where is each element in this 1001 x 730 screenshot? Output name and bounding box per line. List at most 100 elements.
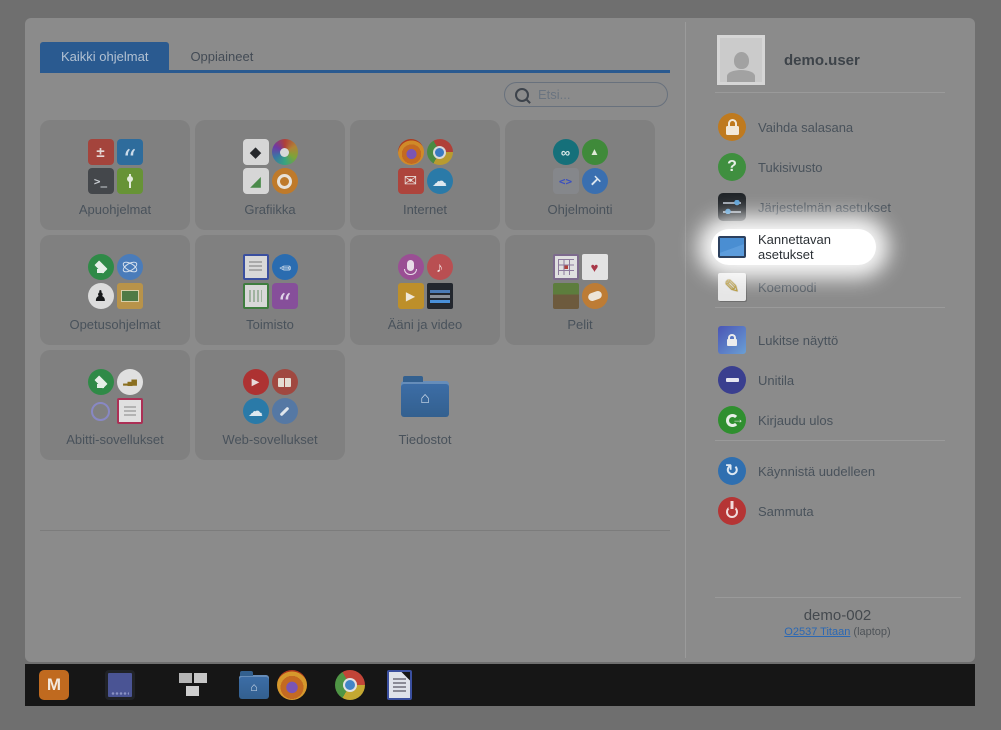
- category-card-apuohjelmat[interactable]: Apuohjelmat: [40, 120, 190, 230]
- video-player-icon: [398, 283, 424, 309]
- file-manager-icon[interactable]: [239, 675, 269, 699]
- sidebar-item-koemoodi[interactable]: Koemoodi: [686, 267, 975, 307]
- model-suffix: (laptop): [853, 626, 890, 638]
- restart-icon: [718, 457, 746, 485]
- category-card-pelit[interactable]: Pelit: [505, 235, 655, 345]
- help-icon: [718, 153, 746, 181]
- sidebar-item-kirjaudu-ulos[interactable]: Kirjaudu ulos: [686, 400, 975, 440]
- user-row: demo.user: [686, 18, 975, 84]
- category-card-toimisto[interactable]: Toimisto: [195, 235, 345, 345]
- card-icon-cluster: [243, 369, 298, 424]
- writer-document-icon: [243, 254, 269, 280]
- sidebar-item-unitila[interactable]: Unitila: [686, 360, 975, 400]
- document-icon[interactable]: [387, 670, 412, 700]
- notes-purple-icon: [272, 283, 298, 309]
- category-card-opetusohjelmat[interactable]: Opetusohjelmat: [40, 235, 190, 345]
- category-card-tiedostot[interactable]: Tiedostot: [350, 350, 500, 460]
- card-label: Apuohjelmat: [79, 202, 151, 217]
- main-area: Kaikki ohjelmat Oppiaineet Apuohjelmat: [25, 18, 685, 662]
- sidebar-item-kannettavan-asetukset[interactable]: Kannettavan asetukset: [711, 229, 876, 265]
- device-info: demo-002 O2537 Titaan (laptop): [686, 597, 975, 638]
- search-input[interactable]: [536, 86, 657, 103]
- tab-bar: Kaikki ohjelmat Oppiaineet: [40, 42, 274, 70]
- spreadsheet-icon: [243, 283, 269, 309]
- whiteboard-icon: [117, 283, 143, 309]
- card-icon-cluster: [553, 139, 608, 194]
- model-line: O2537 Titaan (laptop): [700, 626, 975, 638]
- laptop-display-icon: [718, 236, 746, 258]
- music-icon: [427, 254, 453, 280]
- username: demo.user: [784, 52, 860, 69]
- avatar: [717, 35, 765, 85]
- sidebar-item-label: Tukisivusto: [758, 160, 823, 175]
- color-wheel-icon: [272, 139, 298, 165]
- card-game-icon: [582, 254, 608, 280]
- logout-icon: [718, 406, 746, 434]
- card-label: Tiedostot: [399, 432, 452, 447]
- sidebar-item-vaihda-salasana[interactable]: Vaihda salasana: [686, 107, 975, 147]
- tab-all-programs[interactable]: Kaikki ohjelmat: [40, 42, 169, 70]
- builder-icon: [582, 168, 608, 194]
- education-icon: [88, 369, 114, 395]
- sidebar-item-jarjestelman-asetukset[interactable]: Järjestelmän asetukset: [686, 187, 975, 227]
- email-icon: [398, 168, 424, 194]
- tab-subjects[interactable]: Oppiaineet: [169, 42, 274, 70]
- card-icon-cluster: [398, 369, 453, 424]
- card-label: Ohjelmointi: [547, 202, 612, 217]
- shutdown-icon: [718, 497, 746, 525]
- category-card-abitti-sovellukset[interactable]: Abitti-sovellukset: [40, 350, 190, 460]
- card-icon-cluster: [243, 254, 298, 309]
- category-card-ohjelmointi[interactable]: Ohjelmointi: [505, 120, 655, 230]
- sleep-icon: [718, 366, 746, 394]
- card-icon-cluster: [398, 254, 453, 309]
- model-link[interactable]: O2537 Titaan: [784, 626, 850, 638]
- sidebar-item-label: Kirjaudu ulos: [758, 413, 833, 428]
- sidebar-item-label: Lukitse näyttö: [758, 333, 838, 348]
- firefox-icon: [398, 139, 424, 165]
- window-switcher-icon[interactable]: [178, 670, 208, 700]
- password-lock-icon: [718, 113, 746, 141]
- sidebar-item-lukitse-naytto[interactable]: Lukitse näyttö: [686, 320, 975, 360]
- cloud-icon: [427, 168, 453, 194]
- arduino-icon: [553, 139, 579, 165]
- card-icon-cluster: [88, 254, 143, 309]
- sidebar-separator: [715, 440, 945, 441]
- sidebar-item-label: Kannettavan asetukset: [758, 232, 876, 262]
- android-studio-icon: [582, 139, 608, 165]
- sidebar-item-kaynnista-uudelleen[interactable]: Käynnistä uudelleen: [686, 451, 975, 491]
- hostname: demo-002: [700, 607, 975, 624]
- sidebar-item-label: Sammuta: [758, 504, 814, 519]
- card-label: Pelit: [567, 317, 592, 332]
- tux-icon: [88, 283, 114, 309]
- sidebar-item-tukisivusto[interactable]: Tukisivusto: [686, 147, 975, 187]
- card-label: Internet: [403, 202, 447, 217]
- launcher-panel: Kaikki ohjelmat Oppiaineet Apuohjelmat: [25, 18, 975, 662]
- menu-launcher-icon[interactable]: M: [39, 670, 69, 700]
- tab-underline: [40, 70, 670, 73]
- card-icon-cluster: [88, 139, 143, 194]
- ring-icon: [91, 402, 110, 421]
- category-card-web-sovellukset[interactable]: Web-sovellukset: [195, 350, 345, 460]
- category-card-grafiikka[interactable]: Grafiikka: [195, 120, 345, 230]
- card-label: Web-sovellukset: [222, 432, 317, 447]
- search-icon: [515, 88, 529, 102]
- card-label: Toimisto: [246, 317, 294, 332]
- show-desktop-icon[interactable]: [105, 670, 135, 700]
- minecraft-icon: [553, 283, 579, 309]
- sidebar-item-sammuta[interactable]: Sammuta: [686, 491, 975, 531]
- card-icon-cluster: [243, 139, 298, 194]
- firefox-icon[interactable]: [277, 670, 307, 700]
- card-icon-cluster: [398, 139, 453, 194]
- chrome-icon[interactable]: [335, 670, 365, 700]
- statistics-icon: [117, 369, 143, 395]
- blender-icon: [272, 168, 298, 194]
- card-label: Opetusohjelmat: [69, 317, 160, 332]
- search-box[interactable]: [504, 82, 668, 107]
- category-card-internet[interactable]: Internet: [350, 120, 500, 230]
- terminal-icon: [88, 168, 114, 194]
- ebook-icon: [272, 369, 298, 395]
- gamepad-icon: [582, 283, 608, 309]
- chrome-icon: [427, 139, 453, 165]
- category-card-aani-ja-video[interactable]: Ääni ja video: [350, 235, 500, 345]
- draw-icon: [243, 168, 269, 194]
